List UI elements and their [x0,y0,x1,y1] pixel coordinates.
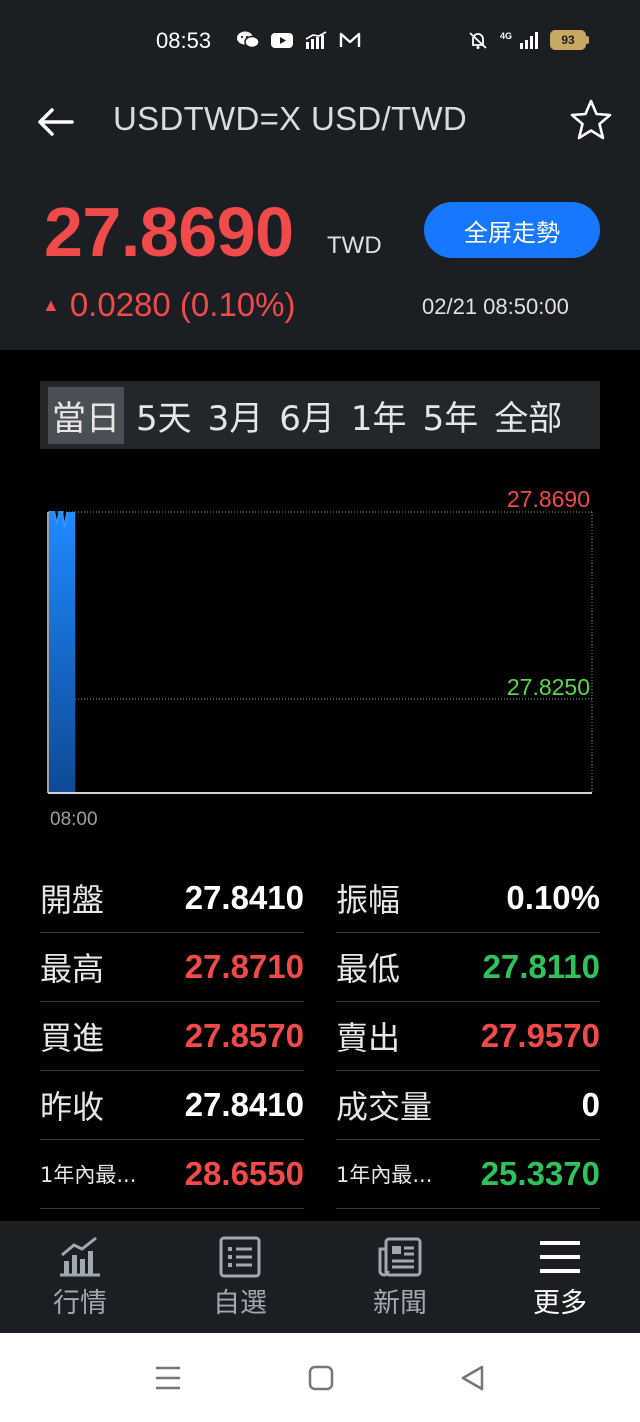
signal-icon: 4G [500,31,538,49]
stat-value: 27.8570 [184,1017,304,1054]
bottom-nav: 行情 自選 新聞 更多 [0,1221,640,1333]
quote-stats: 開盤 27.8410 振幅 0.10% 最高 27.8710 最低 27.8110 買進 27.8… [40,864,600,1209]
news-icon [378,1237,422,1276]
tab-6m[interactable]: 6月 [275,387,339,444]
stat-cell-right: 最低 27.8110 [336,933,600,1002]
period-tabs: 當日 5天 3月 6月 1年 5年 全部 [40,381,600,449]
stat-cell-left: 昨收 27.8410 [40,1071,304,1140]
chart-x-start-label: 08:00 [50,809,98,830]
tab-3m[interactable]: 3月 [204,387,268,444]
fullscreen-chart-button[interactable]: 全屏走勢 [424,202,600,258]
stat-value: 25.3370 [480,1155,600,1192]
chart-top-label: 27.8690 [507,486,590,512]
stat-row: 買進 27.8570 賣出 27.9570 [40,1002,600,1071]
back-arrow-icon[interactable] [34,100,78,144]
home-icon[interactable] [306,1363,336,1393]
stat-row: 最高 27.8710 最低 27.8110 [40,933,600,1002]
tab-all[interactable]: 全部 [490,387,566,444]
stat-label: 最高 [40,950,105,988]
stat-label: 1年內最... [40,1163,137,1187]
stat-cell-left: 1年內最... 28.6550 [40,1140,304,1209]
mail-icon [339,32,361,47]
mute-icon [469,32,487,49]
price-change: ▲ 0.0280 (0.10%) [42,286,295,324]
stat-cell-right: 振幅 0.10% [336,864,600,933]
stat-label: 昨收 [40,1088,105,1126]
stat-row: 昨收 27.8410 成交量 0 [40,1071,600,1140]
stat-cell-left: 開盤 27.8410 [40,864,304,933]
battery-level: 93 [550,30,586,50]
stat-value: 27.8410 [184,879,304,916]
stat-label: 賣出 [336,1019,401,1057]
stat-label: 振幅 [336,881,401,919]
svg-text:4G: 4G [500,31,512,41]
stat-cell-right: 賣出 27.9570 [336,1002,600,1071]
status-time: 08:53 [156,28,212,53]
price-chart[interactable]: 27.8690 27.8250 08:00 [0,470,640,840]
wechat-icon [237,31,260,49]
nav-more-label: 更多 [533,1287,587,1319]
watchlist-icon [219,1236,261,1277]
nav-more[interactable]: 更多 [480,1221,640,1333]
nav-news-label: 新聞 [373,1287,427,1319]
stat-row: 開盤 27.8410 振幅 0.10% [40,864,600,933]
stat-cell-left: 買進 27.8570 [40,1002,304,1071]
price-change-value: 0.0280 (0.10%) [69,286,296,323]
stat-label: 1年內最... [336,1163,433,1187]
nav-market-label: 行情 [53,1287,107,1319]
stat-value: 27.8110 [482,948,600,985]
battery-icon: 93 [550,30,589,50]
recent-apps-icon[interactable] [153,1363,183,1393]
stat-value: 28.6550 [184,1155,304,1192]
nav-news[interactable]: 新聞 [320,1221,480,1333]
market-chart-icon [60,1236,100,1276]
menu-icon [540,1240,580,1273]
page-title: USDTWD=X USD/TWD [113,100,468,137]
stat-value: 0.10% [506,879,600,916]
stat-value: 27.8410 [184,1086,304,1123]
stat-cell-right: 成交量 0 [336,1071,600,1140]
chart-icon [305,31,327,49]
stat-row: 1年內最... 28.6550 1年內最... 25.3370 [40,1140,600,1209]
tab-5y[interactable]: 5年 [419,387,483,444]
tab-intraday[interactable]: 當日 [48,386,124,444]
stat-cell-right: 1年內最... 25.3370 [336,1140,600,1209]
nav-watchlist[interactable]: 自選 [160,1221,320,1333]
chart-mid-label: 27.8250 [507,674,590,700]
price-area-series [49,512,76,792]
nav-watchlist-label: 自選 [213,1287,267,1319]
quote-timestamp: 02/21 08:50:00 [422,294,569,319]
currency-label: TWD [327,232,382,259]
current-price: 27.8690 [44,193,294,271]
back-triangle-icon[interactable] [458,1363,488,1393]
stat-value: 27.8710 [184,948,304,985]
favorite-star-icon[interactable] [567,96,615,144]
tab-1y[interactable]: 1年 [347,387,411,444]
tab-5d[interactable]: 5天 [132,387,196,444]
stat-label: 開盤 [40,881,105,919]
stat-value: 27.9570 [480,1017,600,1054]
stat-cell-left: 最高 27.8710 [40,933,304,1002]
system-nav-bar [0,1333,640,1422]
nav-market[interactable]: 行情 [0,1221,160,1333]
status-bar: 08:53 4G 93 [0,0,640,86]
stat-label: 最低 [336,950,401,988]
stat-value: 0 [581,1086,600,1123]
youtube-icon [271,33,293,48]
stat-label: 買進 [40,1019,105,1057]
stat-label: 成交量 [336,1088,433,1126]
quote-header: USDTWD=X USD/TWD 27.8690 TWD 全屏走勢 ▲ 0.02… [0,86,640,350]
up-triangle-icon: ▲ [42,294,60,315]
